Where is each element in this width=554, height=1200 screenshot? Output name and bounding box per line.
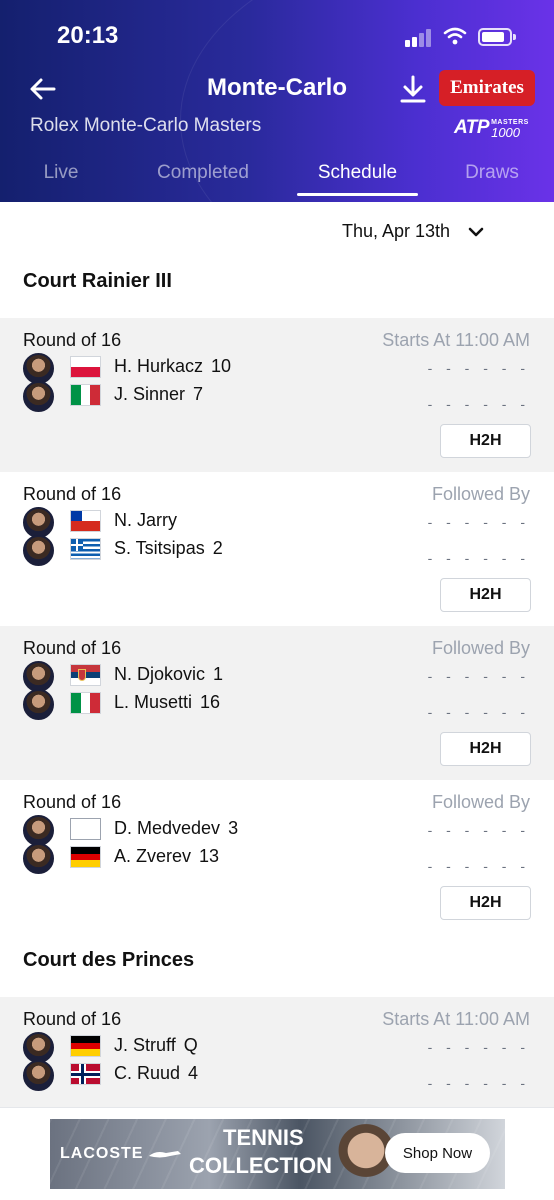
player-name: S. Tsitsipas 2 [114, 538, 223, 558]
match-timing: Starts At 11:00 AM [382, 330, 530, 350]
match-timing: Followed By [431, 484, 530, 504]
score-placeholder: - - - - - - [427, 1039, 530, 1055]
match-card[interactable]: Round of 16 Starts At 11:00 AM J. Struff… [0, 997, 554, 1107]
date-selector[interactable]: Thu, Apr 13th [342, 221, 484, 242]
tab-bar: Live Completed Schedule Draws [0, 152, 554, 202]
norway-flag-icon [70, 1063, 101, 1085]
ad-headline: COLLECTION [189, 1153, 332, 1178]
tab-live[interactable]: Live [22, 152, 100, 202]
italy-flag-icon [70, 384, 101, 406]
score-placeholder: - - - - - - [427, 822, 530, 838]
tab-completed[interactable]: Completed [143, 152, 263, 202]
ad-headline: TENNIS [223, 1125, 304, 1150]
player-name: A. Zverev 13 [114, 846, 220, 866]
match-card[interactable]: Round of 16 Followed By N. Djokovic 1 - -… [0, 626, 554, 780]
match-card[interactable]: Round of 16 Followed By N. Jarry - - - -… [0, 472, 554, 626]
player-name: J. Sinner 7 [114, 384, 204, 404]
crocodile-logo-icon [149, 1151, 181, 1158]
player-avatar [23, 535, 54, 566]
player-avatar [23, 507, 54, 538]
player-avatar [23, 815, 54, 846]
h2h-button[interactable]: H2H [440, 424, 531, 458]
player-avatar [23, 1032, 54, 1063]
score-placeholder: - - - - - - [427, 1075, 530, 1091]
atp-masters-logo: ATP MASTERS 1000 [454, 117, 529, 140]
player-name: H. Hurkacz 10 [114, 356, 232, 376]
player-avatar [23, 843, 54, 874]
score-placeholder: - - - - - - [427, 514, 530, 530]
h2h-button[interactable]: H2H [440, 578, 531, 612]
player-name: D. Medvedev 3 [114, 818, 239, 838]
status-time: 20:13 [57, 22, 119, 49]
match-timing: Starts At 11:00 AM [382, 1009, 530, 1029]
sponsor-badge[interactable]: Emirates [439, 70, 535, 106]
player-name: N. Djokovic 1 [114, 664, 224, 684]
poland-flag-icon [70, 356, 101, 378]
tab-draws[interactable]: Draws [452, 152, 532, 202]
match-round: Round of 16 [23, 792, 122, 812]
score-placeholder: - - - - - - [427, 668, 530, 684]
chile-flag-icon [70, 510, 101, 532]
player-avatar [23, 661, 54, 692]
player-avatar [23, 381, 54, 412]
match-card[interactable]: Round of 16 Followed By D. Medvedev 3 - -… [0, 780, 554, 934]
match-timing: Followed By [431, 638, 530, 658]
player-avatar [23, 353, 54, 384]
wifi-icon [443, 27, 467, 45]
ad-banner[interactable]: LACOSTE TENNIS COLLECTION Shop Now [50, 1119, 505, 1189]
score-placeholder: - - - - - - [427, 704, 530, 720]
cellular-signal-icon [405, 29, 433, 47]
score-placeholder: - - - - - - [427, 360, 530, 376]
score-placeholder: - - - - - - [427, 858, 530, 874]
match-round: Round of 16 [23, 1009, 122, 1029]
match-round: Round of 16 [23, 330, 122, 350]
score-placeholder: - - - - - - [427, 550, 530, 566]
ad-container: LACOSTE TENNIS COLLECTION Shop Now [0, 1107, 554, 1200]
court-title: Court Rainier III [23, 270, 172, 292]
selected-date: Thu, Apr 13th [342, 221, 451, 241]
tournament-name: Rolex Monte-Carlo Masters [30, 115, 262, 136]
court-title: Court des Princes [23, 949, 195, 971]
match-timing: Followed By [431, 792, 530, 812]
player-name: L. Musetti 16 [114, 692, 221, 712]
player-name: N. Jarry [114, 510, 177, 530]
serbia-flag-icon [70, 664, 101, 686]
italy-flag-icon [70, 692, 101, 714]
download-icon[interactable] [398, 74, 428, 106]
battery-icon [478, 28, 516, 46]
h2h-button[interactable]: H2H [440, 732, 531, 766]
player-name: J. Struff Q [114, 1035, 198, 1055]
app-header: 20:13 Monte-Carlo Rolex Monte-Carlo Mast… [0, 0, 554, 202]
player-name: C. Ruud 4 [114, 1063, 199, 1083]
h2h-button[interactable]: H2H [440, 886, 531, 920]
chevron-down-icon [468, 227, 484, 236]
match-card[interactable]: Round of 16 Starts At 11:00 AM H. Hurkac… [0, 318, 554, 472]
player-avatar [23, 1060, 54, 1091]
player-avatar [23, 689, 54, 720]
greece-flag-icon [70, 538, 101, 560]
blank-flag-icon [70, 818, 101, 840]
germany-flag-icon [70, 846, 101, 868]
score-placeholder: - - - - - - [427, 396, 530, 412]
match-round: Round of 16 [23, 638, 122, 658]
germany-flag-icon [70, 1035, 101, 1057]
shop-now-button[interactable]: Shop Now [385, 1133, 490, 1173]
match-round: Round of 16 [23, 484, 122, 504]
active-tab-indicator [297, 193, 418, 196]
ad-brand: LACOSTE [60, 1145, 144, 1162]
